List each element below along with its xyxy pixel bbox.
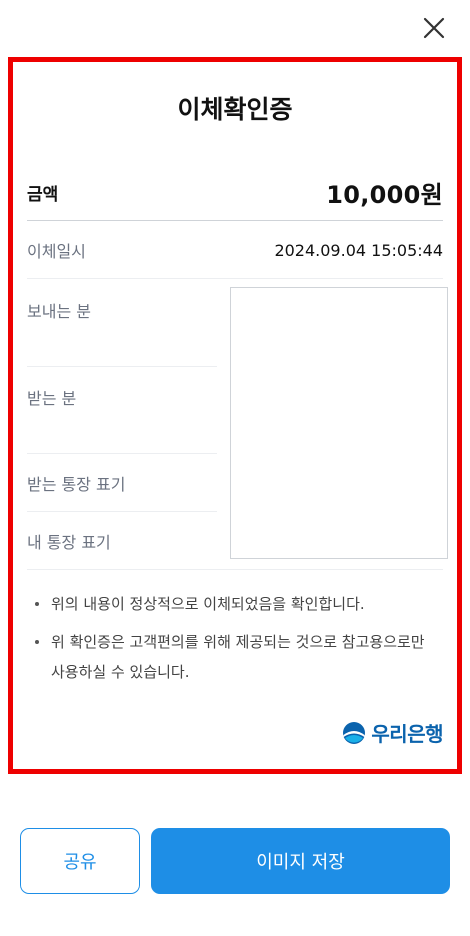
divider — [27, 511, 217, 512]
bank-logo: 우리은행 — [342, 718, 443, 747]
close-button[interactable] — [414, 8, 454, 48]
close-icon — [423, 17, 445, 39]
notice-item: 위의 내용이 정상적으로 이체되었음을 확인합니다. — [35, 589, 439, 619]
share-button[interactable]: 공유 — [20, 828, 140, 894]
save-image-button[interactable]: 이미지 저장 — [151, 828, 450, 894]
receipt-title: 이체확인증 — [177, 95, 293, 124]
woori-bank-logo-icon — [343, 721, 366, 744]
notice-item: 위 확인증은 고객편의를 위해 제공되는 것으로 참고용으로만 사용하실 수 있… — [35, 627, 439, 687]
divider — [27, 453, 217, 454]
bank-name: 우리은행 — [371, 722, 443, 746]
masked-details-box — [230, 287, 448, 559]
transfer-datetime-row: 이체일시 2024.09.04 15:05:44 — [27, 222, 443, 279]
amount-label: 금액 — [27, 185, 59, 205]
notice-list: 위의 내용이 정상적으로 이체되었음을 확인합니다. 위 확인증은 고객편의를 … — [35, 589, 439, 695]
sender-label: 보내는 분 — [27, 302, 91, 321]
divider — [27, 569, 443, 570]
transfer-datetime-label: 이체일시 — [27, 242, 86, 261]
amount-value: 10,000원 — [326, 181, 443, 209]
receiver-memo-label: 받는 통장 표기 — [27, 475, 126, 494]
transfer-datetime-value: 2024.09.04 15:05:44 — [274, 240, 443, 260]
my-memo-label: 내 통장 표기 — [27, 533, 111, 552]
receiver-label: 받는 분 — [27, 389, 77, 408]
receipt-card: 이체확인증 금액 10,000원 이체일시 2024.09.04 15:05:4… — [8, 57, 462, 774]
divider — [27, 366, 217, 367]
amount-row: 금액 10,000원 — [27, 165, 443, 221]
transfer-receipt-screen: 이체확인증 금액 10,000원 이체일시 2024.09.04 15:05:4… — [0, 0, 470, 936]
